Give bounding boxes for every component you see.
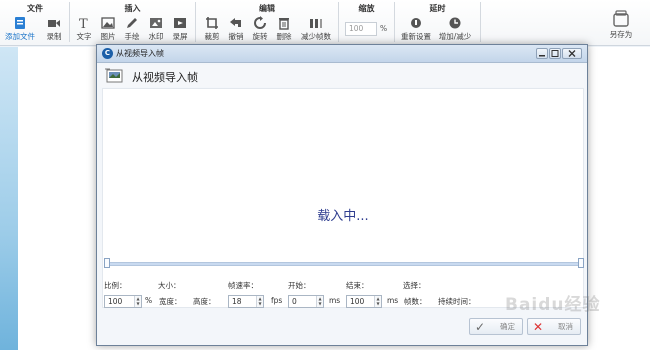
cancel-x-icon: ✕: [533, 320, 544, 334]
cancel-button[interactable]: ✕ 取消: [527, 318, 581, 335]
end-spinner[interactable]: 100 ▲ ▼: [346, 295, 382, 308]
fps-value: 18: [232, 297, 242, 306]
watermark: Baidu经验: [505, 295, 601, 315]
start-value: 0: [292, 297, 297, 306]
spinner-arrows-icon[interactable]: ▲ ▼: [256, 296, 263, 307]
group-delay-title: 延时: [429, 4, 446, 13]
group-insert: 插入 T 文字 图片 手绘 水印 录屏: [70, 0, 195, 46]
range-end-handle[interactable]: [578, 258, 584, 268]
check-icon: ✓: [475, 320, 486, 334]
rotate-icon: [254, 16, 266, 29]
ribbon-toolbar: 文件 添加文件 录制 插入 T 文字 图片 手绘 水印 录屏 编辑 裁剪 撤销 …: [0, 0, 650, 46]
video-preview: 载入中...: [102, 88, 584, 308]
save-as-label: 另存为: [609, 30, 633, 39]
start-unit: ms: [329, 296, 341, 305]
spinner-arrows-icon[interactable]: ▲ ▼: [374, 296, 381, 307]
separator: [480, 2, 481, 42]
ratio-value: 100: [108, 297, 123, 306]
reset-label: 重新设置: [401, 32, 431, 41]
dialog-titlebar[interactable]: C 从视频导入帧: [97, 45, 587, 63]
screenshot-button[interactable]: 录屏: [166, 16, 194, 44]
save-as-button[interactable]: 另存为: [606, 10, 636, 39]
zoom-input[interactable]: 100: [345, 22, 377, 36]
text-icon: T: [79, 17, 88, 30]
ratio-spinner[interactable]: 100 ▲ ▼: [104, 295, 142, 308]
reset-button[interactable]: 重新设置: [401, 16, 431, 44]
group-file: 文件 添加文件 录制: [0, 0, 70, 46]
ratio-label: 比例：: [104, 281, 127, 290]
screen-record-icon: [174, 18, 186, 28]
fps-spinner[interactable]: 18 ▲ ▼: [228, 295, 264, 308]
delete-button[interactable]: 删除: [270, 16, 298, 44]
group-edit-title: 编辑: [259, 4, 275, 13]
cancel-label: 取消: [558, 322, 573, 331]
reduce-frames-label: 减少帧数: [301, 32, 331, 41]
reset-icon: [411, 18, 421, 28]
dialog-heading: 从视频导入帧: [132, 71, 198, 84]
duration-label: 持续时间：: [438, 297, 476, 306]
maximize-icon: [551, 50, 559, 57]
fps-label: 帧速率：: [228, 281, 258, 290]
undo-icon: [230, 18, 241, 27]
group-delay: 延时 重新设置 增加/减少: [395, 0, 480, 46]
group-zoom-title: 缩放: [358, 4, 375, 13]
height-label: 高度：: [193, 297, 216, 306]
close-icon: [568, 50, 576, 57]
end-unit: ms: [387, 296, 399, 305]
crop-icon: [206, 17, 218, 29]
fps-unit: fps: [271, 296, 283, 305]
group-insert-title: 插入: [124, 4, 141, 13]
frame-strip: [0, 47, 18, 350]
watermark-icon: [150, 18, 162, 28]
minimize-icon: [539, 55, 545, 57]
camera-icon: [48, 20, 60, 27]
ok-label: 确定: [500, 322, 515, 331]
reduce-frames-icon: [310, 19, 322, 28]
minimize-button[interactable]: [536, 48, 548, 59]
group-edit: 编辑 裁剪 撤销 旋转 删除 减少帧数: [196, 0, 338, 46]
zoom-unit: %: [380, 24, 388, 33]
close-button[interactable]: [562, 48, 582, 59]
group-file-title: 文件: [27, 4, 43, 13]
loading-text: 载入中...: [317, 209, 369, 224]
selection-label: 选择：: [403, 281, 426, 290]
trash-icon: [279, 18, 289, 30]
end-label: 结束：: [346, 281, 369, 290]
image-icon: [101, 17, 115, 29]
dialog-header: 从视频导入帧: [100, 65, 584, 87]
save-as-icon: [613, 10, 629, 27]
maximize-button[interactable]: [549, 48, 561, 59]
start-spinner[interactable]: 0 ▲ ▼: [288, 295, 324, 308]
app-icon: C: [102, 48, 113, 59]
spinner-arrows-icon[interactable]: ▲ ▼: [316, 296, 323, 307]
end-value: 100: [350, 297, 365, 306]
reduce-frames-button[interactable]: 减少帧数: [301, 16, 331, 44]
start-label: 开始：: [288, 281, 311, 290]
ok-button[interactable]: ✓ 确定: [469, 318, 523, 335]
clock-icon: [449, 17, 461, 29]
spinner-arrows-icon[interactable]: ▲ ▼: [134, 296, 141, 307]
size-label: 大小：: [158, 281, 181, 290]
add-file-button[interactable]: 添加文件: [5, 16, 35, 44]
ratio-unit: %: [145, 296, 153, 305]
width-label: 宽度：: [159, 297, 182, 306]
add-reduce-button[interactable]: 增加/减少: [439, 16, 471, 44]
pencil-icon: [127, 18, 137, 28]
range-start-handle[interactable]: [104, 258, 110, 268]
range-slider-track[interactable]: [104, 262, 584, 266]
film-import-icon: [105, 68, 123, 83]
add-reduce-label: 增加/减少: [438, 32, 472, 41]
frames-label: 帧数：: [404, 297, 427, 306]
svg-text:T: T: [79, 17, 88, 30]
dialog-title: 从视频导入帧: [116, 49, 164, 58]
add-file-icon: [15, 17, 25, 29]
